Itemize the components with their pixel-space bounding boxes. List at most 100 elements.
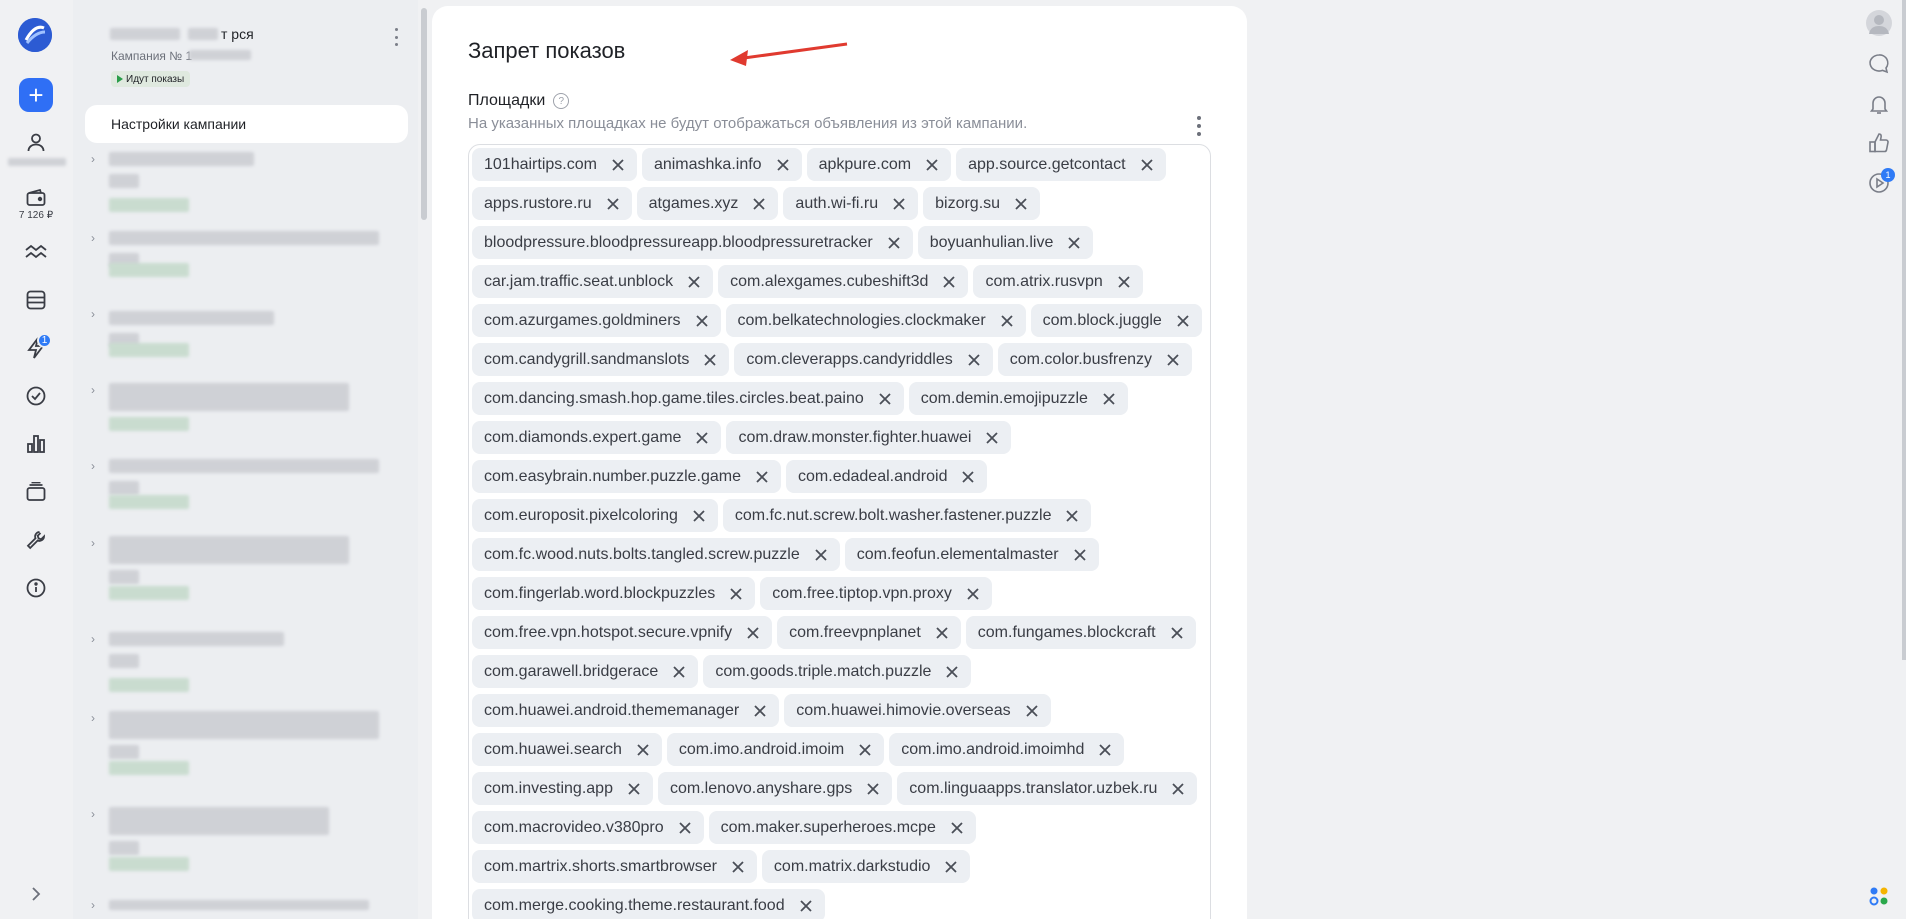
remove-tag-icon[interactable] — [874, 388, 896, 410]
remove-tag-icon[interactable] — [957, 466, 979, 488]
expand-chevron-icon[interactable] — [16, 874, 56, 914]
chevron-right-icon[interactable]: › — [91, 459, 103, 473]
wrench-icon[interactable] — [16, 520, 56, 560]
ad-group-row[interactable]: › — [73, 711, 413, 781]
nav-scrollbar[interactable] — [421, 8, 427, 220]
chevron-right-icon[interactable]: › — [91, 152, 103, 166]
remove-tag-icon[interactable] — [888, 193, 910, 215]
remove-tag-icon[interactable] — [683, 271, 705, 293]
apps-grid-icon[interactable] — [1866, 883, 1892, 909]
remove-tag-icon[interactable] — [1094, 739, 1116, 761]
table-icon[interactable] — [16, 280, 56, 320]
info-icon[interactable] — [16, 568, 56, 608]
remove-tag-icon[interactable] — [1021, 700, 1043, 722]
ad-group-row[interactable]: › — [73, 632, 413, 702]
ad-group-row[interactable]: › — [73, 231, 413, 301]
remove-tag-icon[interactable] — [1113, 271, 1135, 293]
remove-tag-icon[interactable] — [607, 154, 629, 176]
page-scrollbar[interactable] — [1902, 0, 1906, 660]
thumbs-up-icon[interactable] — [1866, 130, 1892, 156]
status-label: Идут показы — [126, 73, 185, 85]
placement-tag: com.diamonds.expert.game — [472, 421, 722, 454]
create-button[interactable]: + — [19, 78, 53, 112]
remove-tag-icon[interactable] — [981, 427, 1003, 449]
placement-tag: com.easybrain.number.puzzle.game — [472, 460, 782, 493]
remove-tag-icon[interactable] — [1061, 505, 1083, 527]
bar-chart-icon[interactable] — [16, 424, 56, 464]
remove-tag-icon[interactable] — [1136, 154, 1158, 176]
remove-tag-icon[interactable] — [751, 466, 773, 488]
remove-tag-icon[interactable] — [1063, 232, 1085, 254]
remove-tag-icon[interactable] — [854, 739, 876, 761]
remove-tag-icon[interactable] — [941, 661, 963, 683]
chevron-right-icon[interactable]: › — [91, 383, 103, 397]
chevron-right-icon[interactable]: › — [91, 307, 103, 321]
ad-group-row[interactable]: › — [73, 807, 413, 877]
chevron-right-icon[interactable]: › — [91, 898, 103, 912]
remove-tag-icon[interactable] — [963, 349, 985, 371]
remove-tag-icon[interactable] — [1167, 778, 1189, 800]
placements-tag-input[interactable]: 101hairtips.com animashka.info apkpure.com… — [468, 144, 1211, 919]
remove-tag-icon[interactable] — [921, 154, 943, 176]
waves-icon[interactable] — [16, 232, 56, 272]
placement-tag-label: com.fungames.blockcraft — [977, 623, 1156, 641]
remove-tag-icon[interactable] — [674, 817, 696, 839]
placements-menu-button[interactable] — [1192, 116, 1206, 136]
ad-group-row[interactable]: › — [73, 307, 413, 377]
remove-tag-icon[interactable] — [1098, 388, 1120, 410]
remove-tag-icon[interactable] — [962, 583, 984, 605]
logo-icon[interactable] — [18, 18, 52, 52]
remove-tag-icon[interactable] — [940, 856, 962, 878]
remove-tag-icon[interactable] — [727, 856, 749, 878]
avatar[interactable] — [1866, 10, 1892, 36]
remove-tag-icon[interactable] — [668, 661, 690, 683]
remove-tag-icon[interactable] — [1069, 544, 1091, 566]
remove-tag-icon[interactable] — [795, 895, 817, 917]
ad-group-row[interactable]: › — [73, 383, 413, 453]
check-circle-icon[interactable] — [16, 376, 56, 416]
remove-tag-icon[interactable] — [1166, 622, 1188, 644]
remove-tag-icon[interactable] — [938, 271, 960, 293]
remove-tag-icon[interactable] — [602, 193, 624, 215]
ad-group-row[interactable]: › — [73, 898, 413, 912]
remove-tag-icon[interactable] — [623, 778, 645, 800]
layers-icon[interactable] — [16, 472, 56, 512]
remove-tag-icon[interactable] — [810, 544, 832, 566]
sidebar-item-campaign-settings[interactable]: Настройки кампании — [85, 105, 408, 143]
chevron-right-icon[interactable]: › — [91, 711, 103, 725]
chevron-right-icon[interactable]: › — [91, 231, 103, 245]
remove-tag-icon[interactable] — [772, 154, 794, 176]
remove-tag-icon[interactable] — [725, 583, 747, 605]
remove-tag-icon[interactable] — [632, 739, 654, 761]
bell-icon[interactable] — [1866, 91, 1892, 117]
remove-tag-icon[interactable] — [748, 193, 770, 215]
remove-tag-icon[interactable] — [742, 622, 764, 644]
remove-tag-icon[interactable] — [946, 817, 968, 839]
remove-tag-icon[interactable] — [749, 700, 771, 722]
user-icon[interactable] — [16, 122, 56, 162]
remove-tag-icon[interactable] — [688, 505, 710, 527]
campaign-menu-button[interactable] — [389, 28, 403, 46]
chevron-right-icon[interactable]: › — [91, 632, 103, 646]
ad-group-row[interactable]: › — [73, 536, 413, 606]
remove-tag-icon[interactable] — [931, 622, 953, 644]
remove-tag-icon[interactable] — [862, 778, 884, 800]
remove-tag-icon[interactable] — [1162, 349, 1184, 371]
ad-group-row[interactable]: › — [73, 459, 413, 529]
chevron-right-icon[interactable]: › — [91, 807, 103, 821]
ad-group-row[interactable]: › — [73, 152, 413, 222]
remove-tag-icon[interactable] — [1010, 193, 1032, 215]
placement-tag-label: atgames.xyz — [648, 194, 739, 212]
lightning-icon[interactable]: 1 — [16, 328, 56, 368]
remove-tag-icon[interactable] — [996, 310, 1018, 332]
page-title: Запрет показов — [468, 38, 626, 63]
remove-tag-icon[interactable] — [1172, 310, 1194, 332]
chevron-right-icon[interactable]: › — [91, 536, 103, 550]
remove-tag-icon[interactable] — [691, 310, 713, 332]
placement-tag-label: com.azurgames.goldminers — [484, 311, 681, 329]
remove-tag-icon[interactable] — [699, 349, 721, 371]
remove-tag-icon[interactable] — [691, 427, 713, 449]
remove-tag-icon[interactable] — [883, 232, 905, 254]
chat-icon[interactable] — [1866, 51, 1892, 77]
help-icon[interactable]: ? — [553, 93, 570, 109]
